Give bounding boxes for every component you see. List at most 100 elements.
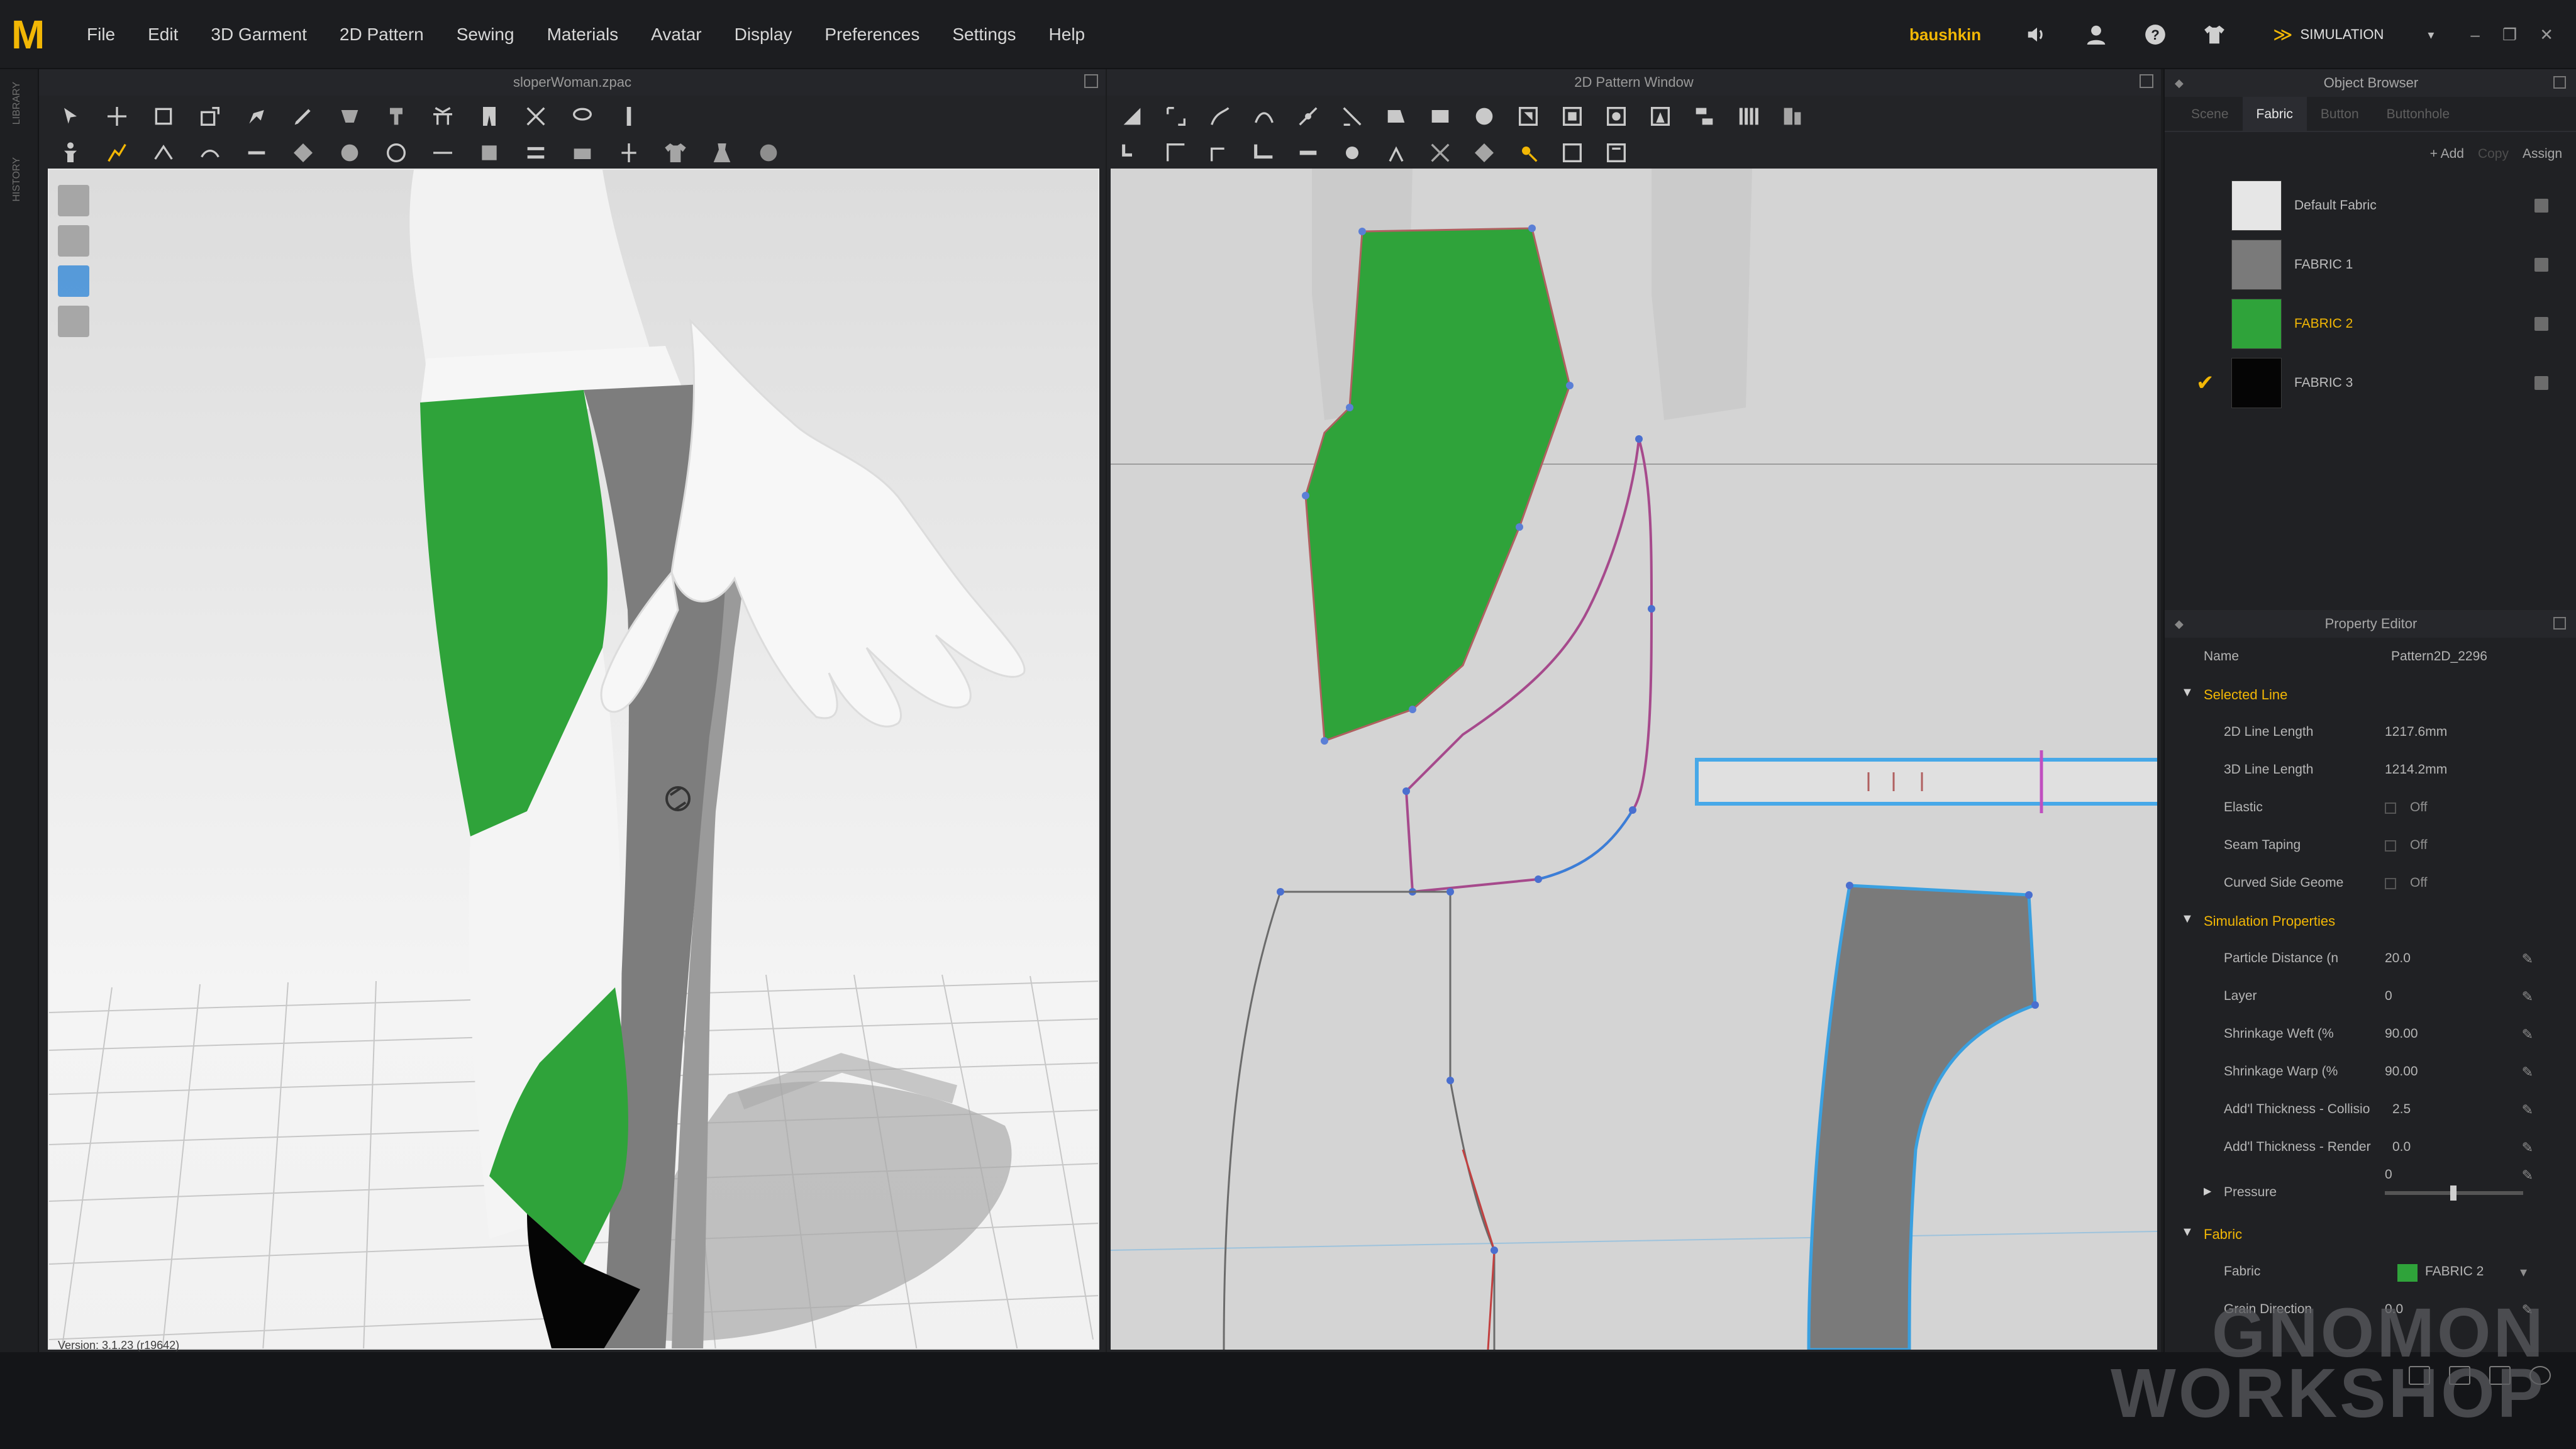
menu-avatar[interactable]: Avatar	[635, 0, 718, 69]
shirt-tool-icon[interactable]	[663, 140, 688, 165]
arrange-icon[interactable]	[430, 104, 455, 129]
pattern-tool-icon[interactable]	[291, 140, 316, 165]
expand-icon[interactable]	[2140, 74, 2153, 88]
pin-tool-icon[interactable]	[244, 104, 269, 129]
skeleton-visibility-icon[interactable]	[58, 225, 89, 257]
expand-icon[interactable]	[1084, 74, 1098, 88]
internal-polygon-icon[interactable]	[1516, 104, 1541, 129]
edit-icon[interactable]: ✎	[2522, 989, 2533, 1005]
tack-tool-icon[interactable]	[384, 104, 409, 129]
tab-fabric[interactable]: Fabric	[2242, 97, 2307, 131]
save-icon[interactable]	[2534, 199, 2548, 213]
avatar-visibility-icon[interactable]	[58, 185, 89, 216]
ellipse-icon[interactable]	[1472, 104, 1497, 129]
box-select-icon[interactable]	[151, 104, 176, 129]
chevron-right-icon[interactable]: ▶	[2204, 1185, 2211, 1197]
line-tool-icon[interactable]	[151, 140, 176, 165]
history-tab[interactable]: HISTORY	[11, 157, 28, 202]
fold-icon[interactable]	[1780, 104, 1805, 129]
minimize-icon[interactable]: –	[2470, 25, 2479, 45]
group-fabric[interactable]: ▼ Fabric	[2165, 1215, 2576, 1253]
seam-taping-checkbox[interactable]	[2385, 840, 2396, 852]
annotation-icon[interactable]	[1604, 140, 1629, 165]
pencil-icon[interactable]	[291, 104, 316, 129]
fabric-list-item[interactable]: Default Fabric	[2165, 176, 2576, 235]
fabric-list-item[interactable]: FABRIC 1	[2165, 235, 2576, 294]
tape-tool-icon[interactable]	[244, 140, 269, 165]
cut-icon[interactable]	[523, 104, 548, 129]
select-pattern-icon[interactable]	[1119, 104, 1145, 129]
multi-sewing-icon[interactable]	[1208, 140, 1233, 165]
edit-icon[interactable]: ✎	[2522, 951, 2533, 967]
puncture-tool-icon[interactable]	[616, 140, 641, 165]
transform-icon[interactable]	[197, 104, 223, 129]
pin-icon[interactable]: ◆	[2175, 610, 2184, 638]
save-icon[interactable]	[2534, 258, 2548, 272]
button-icon[interactable]	[1340, 140, 1365, 165]
polygon-icon[interactable]	[1384, 104, 1409, 129]
slider-handle[interactable]	[2450, 1185, 2457, 1201]
menu-display[interactable]: Display	[718, 0, 809, 69]
save-icon[interactable]	[2534, 376, 2548, 390]
2d-pattern-viewport[interactable]	[1111, 169, 2157, 1350]
close-icon[interactable]: ✕	[2540, 25, 2553, 45]
zipper-tool-icon[interactable]	[477, 140, 502, 165]
grading-icon[interactable]	[1560, 140, 1585, 165]
simulation-mode-button[interactable]: ≫ SIMULATION ▾	[2262, 16, 2445, 53]
menu-preferences[interactable]: Preferences	[808, 0, 936, 69]
move-tool-icon[interactable]	[104, 104, 130, 129]
menu-2d-pattern[interactable]: 2D Pattern	[323, 0, 440, 69]
menu-settings[interactable]: Settings	[936, 0, 1032, 69]
curve-point-icon[interactable]	[1252, 104, 1277, 129]
dash-tool-icon[interactable]	[430, 140, 455, 165]
rectangle-icon[interactable]	[1428, 104, 1453, 129]
copy-fabric-button[interactable]: Copy	[2478, 147, 2509, 162]
fabric-list-item[interactable]: ✔ FABRIC 3	[2165, 353, 2576, 413]
restore-icon[interactable]: ❐	[2502, 25, 2517, 45]
edit-icon[interactable]: ✎	[2522, 1102, 2533, 1118]
edit-curve-icon[interactable]	[1208, 104, 1233, 129]
edit-icon[interactable]: ✎	[2522, 1167, 2533, 1184]
dress-tool-icon[interactable]	[709, 140, 735, 165]
tab-button[interactable]: Button	[2307, 97, 2373, 131]
username[interactable]: baushkin	[1909, 25, 1981, 45]
menu-file[interactable]: File	[70, 0, 131, 69]
cut-pattern-icon[interactable]	[1340, 104, 1365, 129]
garment-visibility-icon[interactable]	[58, 265, 89, 297]
lasso-icon[interactable]	[570, 104, 595, 129]
circle-tool-icon[interactable]	[384, 140, 409, 165]
trace-icon[interactable]	[1692, 104, 1717, 129]
button-tool-icon[interactable]	[337, 140, 362, 165]
fabric-list-item[interactable]: FABRIC 2	[2165, 294, 2576, 353]
group-simulation-properties[interactable]: ▼ Simulation Properties	[2165, 902, 2576, 940]
check-sewing-icon[interactable]	[1252, 140, 1277, 165]
menu-sewing[interactable]: Sewing	[440, 0, 531, 69]
internal-rect-icon[interactable]	[1560, 104, 1585, 129]
expand-icon[interactable]	[2553, 76, 2566, 89]
library-tab[interactable]: LIBRARY	[11, 82, 28, 125]
graphic-icon[interactable]	[1472, 140, 1497, 165]
ruler-icon[interactable]	[616, 104, 641, 129]
edit-icon[interactable]: ✎	[2522, 1064, 2533, 1080]
prop-value[interactable]: Pattern2D_2296	[2391, 649, 2487, 664]
select-tool-icon[interactable]	[58, 104, 83, 129]
menu-3d-garment[interactable]: 3D Garment	[194, 0, 323, 69]
avatar-tool-icon[interactable]	[58, 140, 83, 165]
pleat-icon[interactable]	[1736, 104, 1761, 129]
tab-buttonhole[interactable]: Buttonhole	[2373, 97, 2463, 131]
texture-icon[interactable]	[1428, 140, 1453, 165]
stack-tool-icon[interactable]	[570, 140, 595, 165]
pin-icon[interactable]: ◆	[2175, 69, 2184, 97]
body-visibility-icon[interactable]	[58, 306, 89, 337]
add-fabric-button[interactable]: + Add	[2430, 147, 2464, 162]
pin-icon[interactable]	[1516, 140, 1541, 165]
app-logo[interactable]: M	[11, 14, 53, 55]
shirt-icon[interactable]	[2202, 23, 2226, 47]
internal-circle-icon[interactable]	[1604, 104, 1629, 129]
curved-side-checkbox[interactable]	[2385, 878, 2396, 889]
tab-scene[interactable]: Scene	[2177, 97, 2243, 131]
menu-help[interactable]: Help	[1033, 0, 1102, 69]
pattern-piece-fabric1[interactable]	[1807, 884, 2037, 1350]
dart-icon[interactable]	[1648, 104, 1673, 129]
fold-tool-icon[interactable]	[337, 104, 362, 129]
